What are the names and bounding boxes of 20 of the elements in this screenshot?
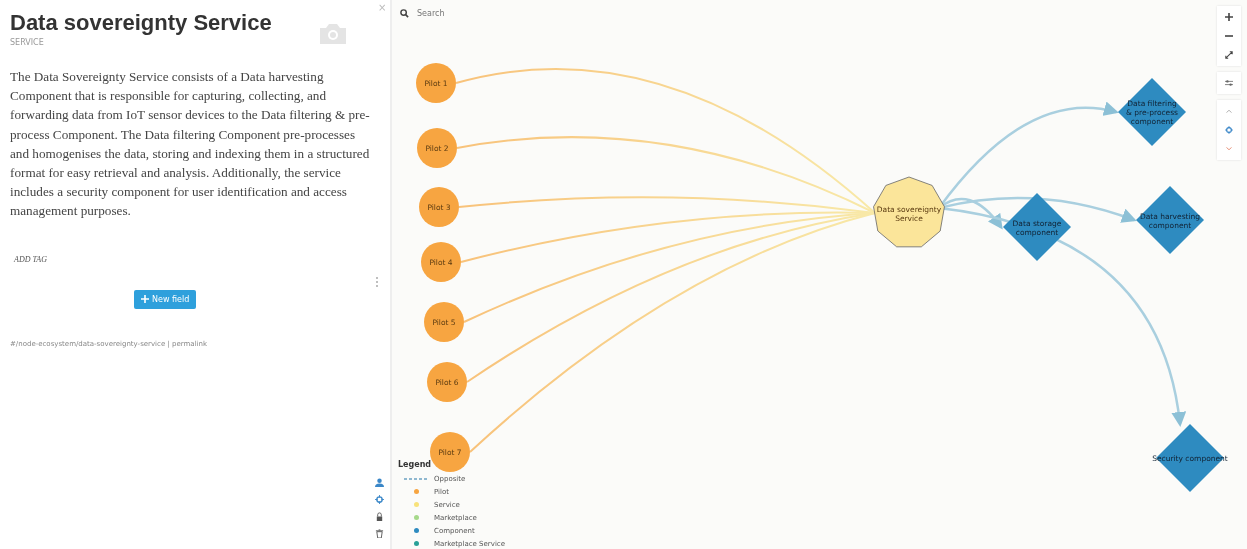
- chevron-down-icon[interactable]: [1225, 145, 1233, 153]
- legend-title: Legend: [398, 460, 433, 469]
- crosshair-icon[interactable]: [1225, 126, 1233, 134]
- trash-icon[interactable]: [375, 529, 384, 538]
- panel-title: Data sovereignty Service: [10, 10, 272, 36]
- expand-icon[interactable]: [1225, 51, 1233, 59]
- description: The Data Sovereignty Service consists of a Data harvesting Component that is responsible for capturing, collecting, and forwarding data from IoT sensor devices to the Data filtering & pre-process Component. The Data filtering Component pre-processes and homogenises the data, storing and indexing them in a structured format for easy retrieval and analysis. Additionally, the service includes a security component for user identification and access management purposes.: [10, 68, 371, 221]
- zoom-in-icon[interactable]: [1225, 13, 1233, 21]
- zoom-out-icon[interactable]: [1225, 32, 1233, 40]
- crosshair-icon[interactable]: [375, 495, 384, 504]
- plus-icon: [141, 295, 149, 304]
- node-type: SERVICE: [10, 38, 45, 47]
- resize-handle-icon[interactable]: [375, 276, 379, 288]
- search-icon: [400, 9, 409, 18]
- user-icon[interactable]: [375, 478, 384, 487]
- lock-icon[interactable]: [375, 512, 384, 521]
- search-input[interactable]: Search: [415, 8, 509, 19]
- new-field-button[interactable]: New field: [134, 289, 197, 309]
- sliders-icon[interactable]: [1225, 79, 1233, 87]
- add-tag-link[interactable]: ADD TAG: [14, 254, 47, 264]
